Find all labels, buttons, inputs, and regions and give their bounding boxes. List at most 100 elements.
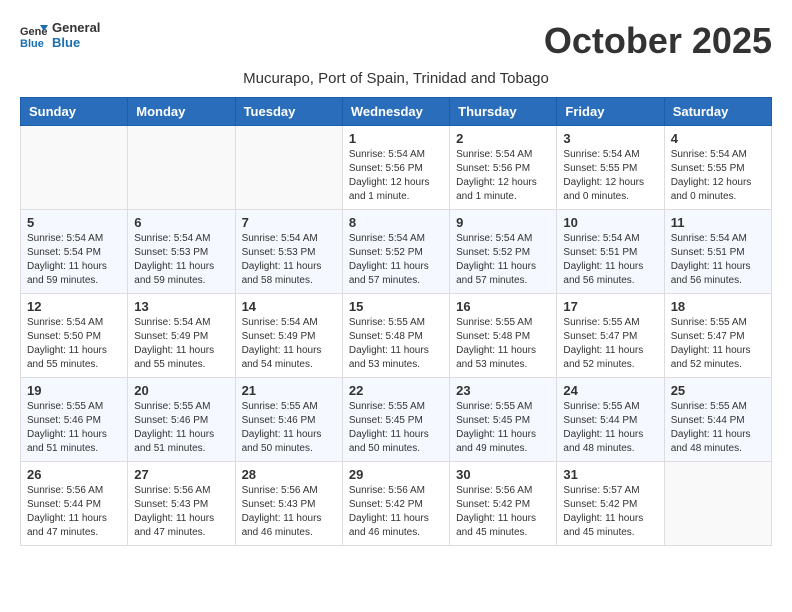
calendar-cell: 29 Sunrise: 5:56 AM Sunset: 5:42 PM Dayli…: [342, 462, 449, 546]
day-number: 13: [134, 299, 228, 314]
calendar-cell: 26Sunrise: 5:56 AM Sunset: 5:44 PM Dayli…: [21, 462, 128, 546]
day-info: Sunrise: 5:54 AM Sunset: 5:56 PM Dayligh…: [456, 148, 550, 204]
calendar-cell: 21Sunrise: 5:55 AM Sunset: 5:46 PM Dayli…: [235, 378, 342, 462]
weekday-header-friday: Friday: [557, 98, 664, 126]
day-number: 21: [242, 383, 336, 398]
day-number: 22: [349, 383, 443, 398]
calendar-cell: 5Sunrise: 5:54 AM Sunset: 5:54 PM Daylig…: [21, 210, 128, 294]
day-number: 28: [242, 467, 336, 482]
calendar-cell: 13 Sunrise: 5:54 AM Sunset: 5:49 PM Dayli…: [128, 294, 235, 378]
calendar-cell: [128, 126, 235, 210]
calendar-cell: 6 Sunrise: 5:54 AM Sunset: 5:53 PM Daylig…: [128, 210, 235, 294]
calendar-cell: 12 Sunrise: 5:54 AM Sunset: 5:50 PM Dayli…: [21, 294, 128, 378]
day-number: 1: [349, 131, 443, 146]
day-info: Sunrise: 5:54 AM Sunset: 5:55 PM Dayligh…: [563, 148, 657, 204]
day-info: Sunrise: 5:54 AM Sunset: 5:55 PM Dayligh…: [671, 148, 765, 204]
day-info: Sunrise: 5:55 AM Sunset: 5:47 PM Dayligh…: [671, 316, 765, 372]
day-number: 9: [456, 215, 550, 230]
day-number: 23: [456, 383, 550, 398]
calendar-cell: [21, 126, 128, 210]
calendar-cell: 9 Sunrise: 5:54 AM Sunset: 5:52 PM Daylig…: [450, 210, 557, 294]
day-info: Sunrise: 5:54 AM Sunset: 5:53 PM Dayligh…: [134, 232, 228, 288]
day-info: Sunrise: 5:54 AM Sunset: 5:50 PM Dayligh…: [27, 316, 121, 372]
day-info: Sunrise: 5:54 AM Sunset: 5:51 PM Dayligh…: [671, 232, 765, 288]
calendar-week-row: 19 Sunrise: 5:55 AM Sunset: 5:46 PM Dayli…: [21, 378, 772, 462]
calendar-cell: 8 Sunrise: 5:54 AM Sunset: 5:52 PM Daylig…: [342, 210, 449, 294]
day-number: 8: [349, 215, 443, 230]
calendar-header-row: SundayMondayTuesdayWednesdayThursdayFrid…: [21, 98, 772, 126]
day-number: 14: [242, 299, 336, 314]
calendar-cell: [664, 462, 771, 546]
day-number: 10: [563, 215, 657, 230]
day-info: Sunrise: 5:54 AM Sunset: 5:49 PM Dayligh…: [134, 316, 228, 372]
day-number: 12: [27, 299, 121, 314]
header: General Blue General Blue October 2025: [20, 20, 772, 62]
calendar-cell: 7Sunrise: 5:54 AM Sunset: 5:53 PM Daylig…: [235, 210, 342, 294]
day-info: Sunrise: 5:55 AM Sunset: 5:45 PM Dayligh…: [349, 400, 443, 456]
day-info: Sunrise: 5:54 AM Sunset: 5:52 PM Dayligh…: [349, 232, 443, 288]
logo-icon: General Blue: [20, 21, 48, 49]
calendar-week-row: 1 Sunrise: 5:54 AM Sunset: 5:56 PM Daylig…: [21, 126, 772, 210]
day-number: 16: [456, 299, 550, 314]
calendar-cell: 17Sunrise: 5:55 AM Sunset: 5:47 PM Dayli…: [557, 294, 664, 378]
day-info: Sunrise: 5:56 AM Sunset: 5:42 PM Dayligh…: [349, 484, 443, 540]
day-info: Sunrise: 5:55 AM Sunset: 5:44 PM Dayligh…: [671, 400, 765, 456]
day-number: 2: [456, 131, 550, 146]
svg-text:Blue: Blue: [20, 38, 44, 49]
day-info: Sunrise: 5:55 AM Sunset: 5:48 PM Dayligh…: [349, 316, 443, 372]
weekday-header-wednesday: Wednesday: [342, 98, 449, 126]
logo: General Blue General Blue: [20, 20, 100, 50]
day-number: 4: [671, 131, 765, 146]
day-info: Sunrise: 5:54 AM Sunset: 5:52 PM Dayligh…: [456, 232, 550, 288]
day-number: 15: [349, 299, 443, 314]
day-number: 11: [671, 215, 765, 230]
calendar-cell: 22 Sunrise: 5:55 AM Sunset: 5:45 PM Dayli…: [342, 378, 449, 462]
calendar-cell: 1 Sunrise: 5:54 AM Sunset: 5:56 PM Daylig…: [342, 126, 449, 210]
logo-line1: General: [52, 20, 100, 35]
day-number: 26: [27, 467, 121, 482]
day-info: Sunrise: 5:54 AM Sunset: 5:51 PM Dayligh…: [563, 232, 657, 288]
month-title: October 2025: [544, 20, 772, 62]
day-info: Sunrise: 5:55 AM Sunset: 5:45 PM Dayligh…: [456, 400, 550, 456]
calendar-cell: 25 Sunrise: 5:55 AM Sunset: 5:44 PM Dayli…: [664, 378, 771, 462]
calendar-cell: 28Sunrise: 5:56 AM Sunset: 5:43 PM Dayli…: [235, 462, 342, 546]
calendar-subtitle: Mucurapo, Port of Spain, Trinidad and To…: [20, 70, 772, 87]
calendar-cell: 24Sunrise: 5:55 AM Sunset: 5:44 PM Dayli…: [557, 378, 664, 462]
day-info: Sunrise: 5:54 AM Sunset: 5:53 PM Dayligh…: [242, 232, 336, 288]
day-info: Sunrise: 5:54 AM Sunset: 5:56 PM Dayligh…: [349, 148, 443, 204]
day-info: Sunrise: 5:56 AM Sunset: 5:42 PM Dayligh…: [456, 484, 550, 540]
weekday-header-sunday: Sunday: [21, 98, 128, 126]
calendar-cell: 23 Sunrise: 5:55 AM Sunset: 5:45 PM Dayli…: [450, 378, 557, 462]
day-info: Sunrise: 5:55 AM Sunset: 5:46 PM Dayligh…: [27, 400, 121, 456]
calendar-cell: 2 Sunrise: 5:54 AM Sunset: 5:56 PM Daylig…: [450, 126, 557, 210]
day-number: 6: [134, 215, 228, 230]
day-info: Sunrise: 5:56 AM Sunset: 5:43 PM Dayligh…: [134, 484, 228, 540]
day-info: Sunrise: 5:55 AM Sunset: 5:48 PM Dayligh…: [456, 316, 550, 372]
day-number: 17: [563, 299, 657, 314]
calendar-cell: 11 Sunrise: 5:54 AM Sunset: 5:51 PM Dayli…: [664, 210, 771, 294]
calendar-table: SundayMondayTuesdayWednesdayThursdayFrid…: [20, 97, 772, 546]
day-number: 3: [563, 131, 657, 146]
calendar-cell: 19 Sunrise: 5:55 AM Sunset: 5:46 PM Dayli…: [21, 378, 128, 462]
day-info: Sunrise: 5:57 AM Sunset: 5:42 PM Dayligh…: [563, 484, 657, 540]
calendar-cell: 10 Sunrise: 5:54 AM Sunset: 5:51 PM Dayli…: [557, 210, 664, 294]
calendar-cell: 18 Sunrise: 5:55 AM Sunset: 5:47 PM Dayli…: [664, 294, 771, 378]
day-info: Sunrise: 5:55 AM Sunset: 5:46 PM Dayligh…: [134, 400, 228, 456]
calendar-cell: 30 Sunrise: 5:56 AM Sunset: 5:42 PM Dayli…: [450, 462, 557, 546]
day-number: 20: [134, 383, 228, 398]
day-info: Sunrise: 5:55 AM Sunset: 5:44 PM Dayligh…: [563, 400, 657, 456]
day-number: 18: [671, 299, 765, 314]
day-number: 30: [456, 467, 550, 482]
day-number: 29: [349, 467, 443, 482]
calendar-week-row: 5Sunrise: 5:54 AM Sunset: 5:54 PM Daylig…: [21, 210, 772, 294]
day-number: 19: [27, 383, 121, 398]
calendar-cell: 27Sunrise: 5:56 AM Sunset: 5:43 PM Dayli…: [128, 462, 235, 546]
day-number: 25: [671, 383, 765, 398]
calendar-week-row: 26Sunrise: 5:56 AM Sunset: 5:44 PM Dayli…: [21, 462, 772, 546]
day-number: 31: [563, 467, 657, 482]
calendar-cell: 3 Sunrise: 5:54 AM Sunset: 5:55 PM Daylig…: [557, 126, 664, 210]
calendar-cell: 4 Sunrise: 5:54 AM Sunset: 5:55 PM Daylig…: [664, 126, 771, 210]
logo-line2: Blue: [52, 35, 100, 50]
calendar-cell: 31 Sunrise: 5:57 AM Sunset: 5:42 PM Dayli…: [557, 462, 664, 546]
calendar-cell: 20 Sunrise: 5:55 AM Sunset: 5:46 PM Dayli…: [128, 378, 235, 462]
